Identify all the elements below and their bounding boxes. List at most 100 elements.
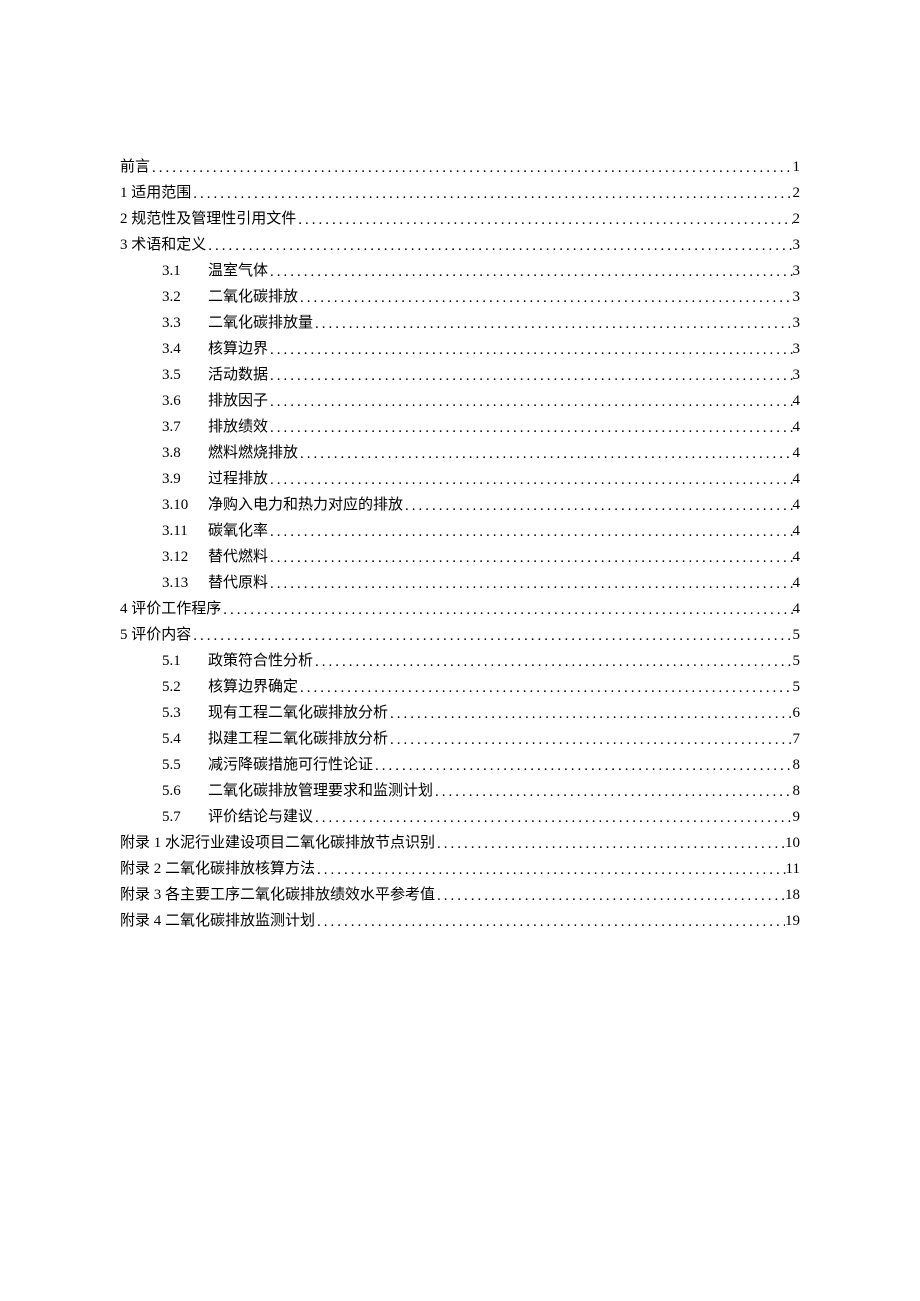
toc-entry-title: 二氧化碳排放管理要求和监测计划 [208, 784, 433, 799]
toc-entry[interactable]: 3.1温室气体3 [120, 264, 800, 279]
toc-entry[interactable]: 5.4拟建工程二氧化碳排放分析7 [120, 732, 800, 747]
toc-entry[interactable]: 5.2 核算边界确定 5 [120, 680, 800, 695]
toc-leader-dots [268, 551, 792, 566]
toc-entry[interactable]: 3.9过程排放4 [120, 472, 800, 487]
toc-leader-dots [315, 863, 786, 878]
toc-entry-title: 替代燃料 [208, 550, 268, 565]
toc-entry-page: 3 [793, 342, 801, 357]
toc-entry-number: 3.13 [162, 576, 200, 591]
toc-page: 前言11 适用范围22 规范性及管理性引用文件23 术语和定义33.1温室气体3… [0, 0, 920, 1301]
toc-entry-number: 3.4 [162, 342, 200, 357]
toc-entry[interactable]: 3.3 二氧化碳排放量 3 [120, 316, 800, 331]
toc-entry-page: 2 [793, 186, 801, 201]
toc-entry[interactable]: 前言 1 [120, 160, 800, 175]
toc-entry-page: 8 [793, 784, 801, 799]
toc-entry-page: 4 [793, 420, 801, 435]
toc-entry[interactable]: 3.12替代燃料4 [120, 550, 800, 565]
toc-entry[interactable]: 附录 3 各主要工序二氧化碳排放绩效水平参考值 18 [120, 888, 800, 903]
toc-entry-page: 3 [793, 290, 801, 305]
toc-entry[interactable]: 3.7排放绩效4 [120, 420, 800, 435]
toc-leader-dots [268, 395, 792, 410]
toc-entry-title: 2 规范性及管理性引用文件 [120, 212, 296, 227]
toc-entry-page: 7 [793, 732, 801, 747]
toc-leader-dots [298, 681, 792, 696]
toc-entry[interactable]: 5.1政策符合性分析5 [120, 654, 800, 669]
toc-leader-dots [191, 629, 792, 644]
toc-entry[interactable]: 5.3现有工程二氧化碳排放分析6 [120, 706, 800, 721]
toc-entry-page: 11 [786, 862, 800, 877]
toc-entry-title: 减污降碳措施可行性论证 [208, 758, 373, 773]
toc-entry-title: 温室气体 [208, 264, 268, 279]
toc-entry-title: 附录 4 二氧化碳排放监测计划 [120, 914, 315, 929]
toc-entry[interactable]: 附录 4 二氧化碳排放监测计划19 [120, 914, 800, 929]
toc-entry-title: 核算边界确定 [208, 680, 298, 695]
toc-entry[interactable]: 3.2二氧化碳排放3 [120, 290, 800, 305]
toc-entry[interactable]: 3.10净购入电力和热力对应的排放4 [120, 498, 800, 513]
toc-entry-title: 附录 2 二氧化碳排放核算方法 [120, 862, 315, 877]
toc-entry-title: 替代原料 [208, 576, 268, 591]
toc-entry-page: 4 [793, 576, 801, 591]
toc-entry[interactable]: 5.7评价结论与建议9 [120, 810, 800, 825]
toc-entry-title: 评价结论与建议 [208, 810, 313, 825]
toc-entry[interactable]: 5 评价内容 5 [120, 628, 800, 643]
toc-entry-number: 3.11 [162, 524, 200, 539]
toc-entry-title: 拟建工程二氧化碳排放分析 [208, 732, 388, 747]
toc-entry[interactable]: 3.4核算边界3 [120, 342, 800, 357]
toc-entry-title: 附录 1 水泥行业建设项目二氧化碳排放节点识别 [120, 836, 435, 851]
toc-entry-page: 3 [793, 316, 801, 331]
toc-entry-page: 3 [793, 368, 801, 383]
toc-leader-dots [268, 577, 792, 592]
toc-entry-number: 5.6 [162, 784, 200, 799]
toc-entry[interactable]: 3 术语和定义3 [120, 238, 800, 253]
toc-entry-page: 18 [785, 888, 800, 903]
toc-entry[interactable]: 3.13 替代原料 4 [120, 576, 800, 591]
toc-entry[interactable]: 3.8燃料燃烧排放4 [120, 446, 800, 461]
toc-entry-page: 1 [793, 160, 801, 175]
toc-leader-dots [221, 603, 792, 618]
toc-leader-dots [268, 525, 792, 540]
toc-entry-page: 2 [793, 212, 801, 227]
toc-entry-page: 10 [785, 836, 800, 851]
toc-entry-title: 净购入电力和热力对应的排放 [208, 498, 403, 513]
toc-entry[interactable]: 2 规范性及管理性引用文件 2 [120, 212, 800, 227]
toc-entry[interactable]: 3.6排放因子4 [120, 394, 800, 409]
toc-entry[interactable]: 3.11碳氧化率4 [120, 524, 800, 539]
toc-leader-dots [313, 655, 792, 670]
toc-entry-title: 3 术语和定义 [120, 238, 206, 253]
toc-entry[interactable]: 4 评价工作程序4 [120, 602, 800, 617]
toc-entry-title: 附录 3 各主要工序二氧化碳排放绩效水平参考值 [120, 888, 435, 903]
toc-entry-title: 活动数据 [208, 368, 268, 383]
toc-leader-dots [373, 759, 792, 774]
toc-entry-number: 3.1 [162, 264, 200, 279]
toc-leader-dots [313, 317, 792, 332]
toc-entry-title: 5 评价内容 [120, 628, 191, 643]
toc-entry-page: 4 [793, 602, 801, 617]
toc-leader-dots [296, 213, 792, 228]
toc-entry[interactable]: 3.5活动数据3 [120, 368, 800, 383]
toc-entry-title: 排放绩效 [208, 420, 268, 435]
toc-leader-dots [268, 421, 792, 436]
toc-entry-page: 5 [793, 680, 801, 695]
toc-entry-title: 二氧化碳排放量 [208, 316, 313, 331]
toc-entry[interactable]: 1 适用范围2 [120, 186, 800, 201]
toc-entry[interactable]: 附录 1 水泥行业建设项目二氧化碳排放节点识别 10 [120, 836, 800, 851]
toc-entry-number: 3.9 [162, 472, 200, 487]
toc-entry-title: 二氧化碳排放 [208, 290, 298, 305]
toc-entry-title: 碳氧化率 [208, 524, 268, 539]
toc-leader-dots [298, 291, 792, 306]
toc-leader-dots [435, 837, 785, 852]
toc-leader-dots [268, 369, 792, 384]
toc-entry-number: 3.10 [162, 498, 200, 513]
toc-entry-number: 3.3 [162, 316, 200, 331]
toc-entry-title: 前言 [120, 160, 150, 175]
toc-entry[interactable]: 5.6 二氧化碳排放管理要求和监测计划 8 [120, 784, 800, 799]
toc-leader-dots [268, 473, 792, 488]
toc-entry-title: 政策符合性分析 [208, 654, 313, 669]
toc-entry-page: 4 [793, 446, 801, 461]
toc-entry[interactable]: 附录 2 二氧化碳排放核算方法 11 [120, 862, 800, 877]
toc-leader-dots [388, 733, 792, 748]
toc-entry-number: 5.2 [162, 680, 200, 695]
toc-entry[interactable]: 5.5减污降碳措施可行性论证8 [120, 758, 800, 773]
toc-leader-dots [298, 447, 792, 462]
toc-entry-page: 5 [793, 628, 801, 643]
